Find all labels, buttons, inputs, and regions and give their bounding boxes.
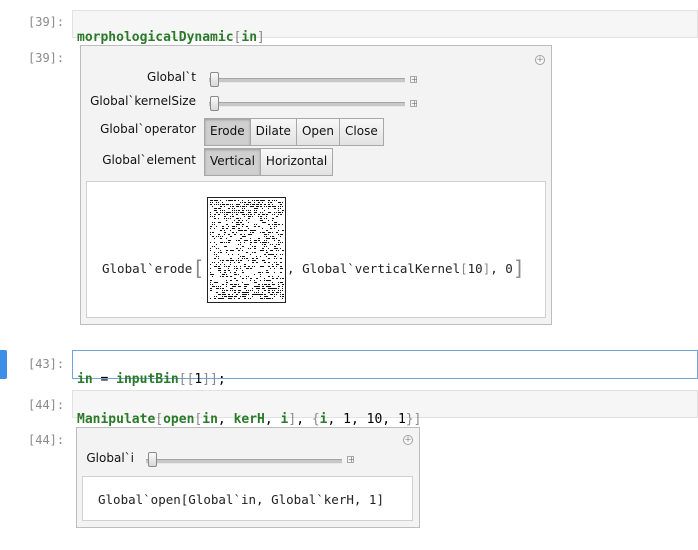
cell-label-out-39: [39]:: [28, 51, 65, 65]
cell-label-in-39: [39]:: [28, 15, 65, 29]
operator-erode-button[interactable]: Erode: [205, 119, 250, 145]
output-arg-kernel: Global`verticalKernel: [302, 261, 461, 276]
expand-slider-kernel-size-icon[interactable]: +: [410, 100, 418, 108]
bracket-close: ]: [257, 30, 265, 45]
control-label-kernel-size: Global`kernelSize: [90, 94, 196, 108]
comma: ,: [264, 412, 281, 427]
part-open: [[: [178, 372, 195, 387]
slider-thumb-i[interactable]: [148, 452, 157, 467]
comma: ,: [296, 412, 312, 427]
output-expression-39-rest: , Global`verticalKernel[10], 0]: [287, 241, 525, 280]
binary-image-thumbnail: [207, 197, 286, 303]
brace: }: [405, 412, 414, 427]
function-name: morphologicalDynamic: [77, 30, 234, 45]
add-control-icon[interactable]: +: [535, 55, 545, 65]
output-comma-1: ,: [287, 261, 295, 276]
output-arg-zero: 0: [505, 261, 513, 276]
brace: {: [311, 412, 320, 427]
number: 1: [397, 412, 406, 427]
code-line-39[interactable]: morphologicalDynamic[in]: [77, 15, 265, 45]
output-bracket-open: [: [192, 256, 205, 280]
code-line-44[interactable]: Manipulate[open[in, kerH, i], {i, 1, 10,…: [77, 397, 421, 427]
binary-image-noise: [210, 200, 284, 299]
slider-track-kernel-size[interactable]: [209, 102, 405, 107]
slider-thumb-t[interactable]: [210, 72, 219, 87]
operator-close-button[interactable]: Close: [339, 119, 383, 145]
comma: ,: [382, 412, 398, 427]
variable-in: in: [77, 372, 93, 387]
output-expression-44: Global`open[Global`in, Global`kerH, 1]: [98, 492, 384, 507]
number: 1: [343, 412, 351, 427]
control-label-operator: Global`operator: [100, 122, 196, 136]
slider-thumb-kernel-size[interactable]: [210, 96, 219, 111]
part-close: ]]: [202, 372, 218, 387]
function-name: Manipulate: [77, 412, 156, 427]
slider-track-i[interactable]: [146, 459, 342, 464]
element-setter-bar: Vertical Horizontal: [204, 148, 334, 176]
element-vertical-button[interactable]: Vertical: [205, 149, 260, 175]
inner-function: open: [163, 412, 195, 427]
expand-slider-t-icon[interactable]: +: [410, 76, 418, 84]
iterator: i: [319, 412, 328, 427]
operator-dilate-button[interactable]: Dilate: [249, 119, 296, 145]
arg-kerh: kerH: [233, 412, 265, 427]
arg-in: in: [202, 412, 218, 427]
argument: in: [241, 30, 258, 45]
function-name: inputBin: [116, 372, 179, 387]
number: 10: [366, 412, 383, 427]
output-head: Global`erode: [102, 261, 193, 276]
comma: ,: [217, 412, 234, 427]
comma: ,: [327, 412, 344, 427]
active-cell-indicator: [0, 350, 7, 379]
output-expression-39: Global`erode[: [102, 241, 204, 280]
slider-track-t[interactable]: [209, 78, 405, 83]
output-kernel-size: 10: [467, 261, 483, 276]
control-label-t: Global`t: [147, 70, 196, 84]
semicolon: ;: [217, 372, 226, 387]
cell-label-out-44: [44]:: [28, 433, 65, 447]
operator-open-button[interactable]: Open: [295, 119, 340, 145]
cell-label-in-44: [44]:: [28, 398, 65, 412]
control-label-element: Global`element: [102, 153, 196, 167]
element-horizontal-button[interactable]: Horizontal: [259, 149, 333, 175]
bracket: ]: [413, 412, 422, 427]
assign-operator: =: [92, 372, 117, 387]
operator-setter-bar: Erode Dilate Open Close: [204, 118, 384, 146]
output-kernel-open: [: [460, 261, 468, 276]
bracket: [: [155, 412, 164, 427]
cell-label-in-43: [43]:: [28, 357, 65, 371]
output-comma-2: ,: [490, 261, 498, 276]
code-line-43[interactable]: in = inputBin[[1]];: [77, 357, 226, 387]
output-bracket-close: ]: [512, 256, 525, 280]
expand-slider-i-icon[interactable]: +: [347, 456, 355, 464]
control-label-i: Global`i: [86, 451, 134, 465]
add-control-icon[interactable]: +: [403, 435, 413, 445]
bracket: ]: [288, 412, 297, 427]
comma: ,: [350, 412, 367, 427]
